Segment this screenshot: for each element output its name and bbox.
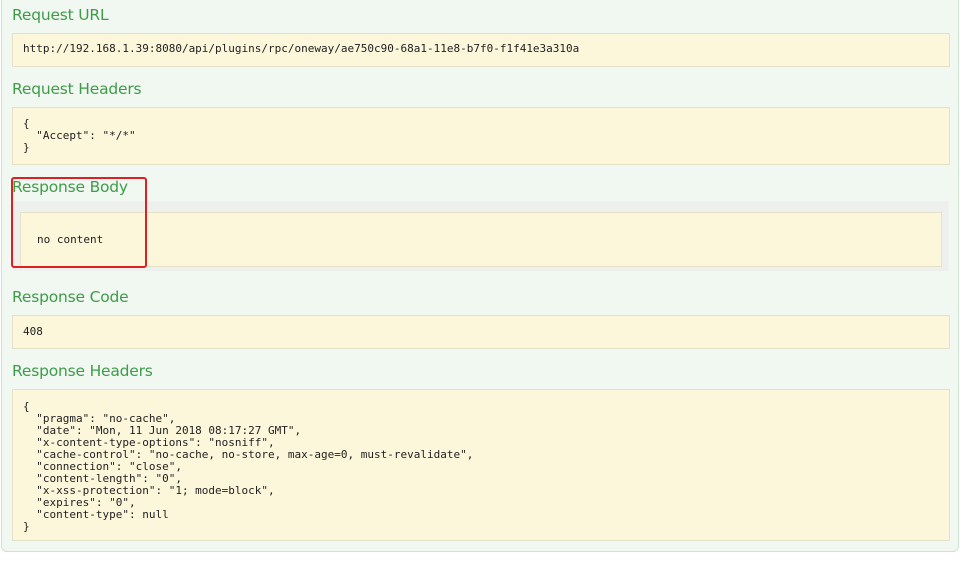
request-url-value[interactable]: http://192.168.1.39:8080/api/plugins/rpc… (12, 33, 950, 67)
response-headers-heading: Response Headers (12, 362, 153, 380)
response-code-value[interactable]: 408 (12, 315, 950, 349)
request-url-heading: Request URL (12, 6, 109, 24)
response-headers-value[interactable]: { "pragma": "no-cache", "date": "Mon, 11… (12, 389, 950, 541)
request-headers-heading: Request Headers (12, 80, 142, 98)
response-body-value[interactable]: no content (20, 212, 942, 267)
request-headers-value[interactable]: { "Accept": "*/*" } (12, 107, 950, 165)
response-code-heading: Response Code (12, 288, 129, 306)
annotation-highlight-box (11, 177, 147, 268)
